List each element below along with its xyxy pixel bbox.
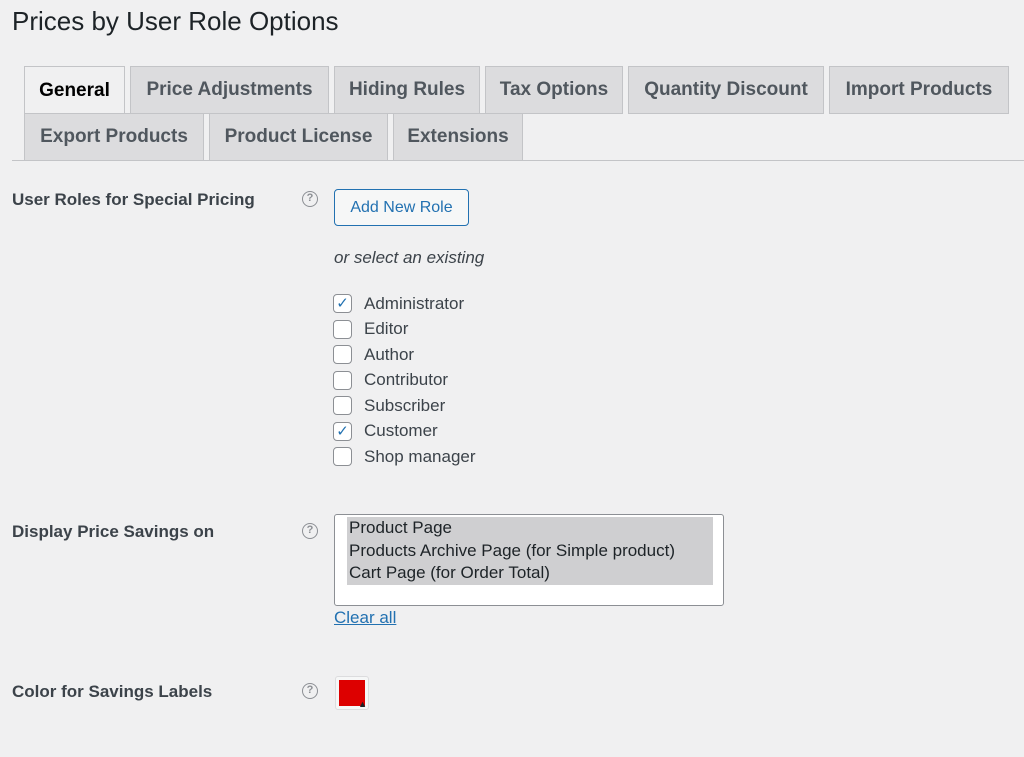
- page-title: Prices by User Role Options: [12, 6, 339, 36]
- tab-general[interactable]: General: [24, 66, 125, 115]
- tab-label: Import Products: [845, 79, 993, 100]
- role-label: Shop manager: [364, 446, 476, 466]
- tabs-divider: [12, 160, 1024, 161]
- add-new-role-button[interactable]: Add New Role: [334, 189, 469, 226]
- checkbox-shop-manager[interactable]: [333, 447, 352, 467]
- tab-price-adjustments[interactable]: Price Adjustments: [130, 66, 329, 114]
- question-circle-icon[interactable]: ?: [302, 683, 318, 699]
- role-administrator[interactable]: ✓ Administrator: [333, 291, 476, 317]
- checkbox-author[interactable]: [333, 345, 352, 365]
- role-customer[interactable]: ✓ Customer: [333, 419, 476, 445]
- tab-label: Product License: [224, 126, 373, 147]
- role-checkbox-list: ✓ Administrator Editor Author Contributo…: [333, 291, 476, 470]
- role-label: Subscriber: [364, 395, 446, 415]
- savings-option-cart-page[interactable]: Cart Page (for Order Total): [347, 562, 713, 585]
- add-new-role-label: Add New Role: [350, 198, 453, 216]
- select-existing-note: or select an existing: [334, 248, 485, 267]
- tab-label: Quantity Discount: [644, 79, 808, 100]
- role-label: Customer: [364, 421, 438, 441]
- tab-label: Hiding Rules: [348, 79, 466, 100]
- role-label: Administrator: [364, 293, 465, 313]
- role-label: Editor: [364, 319, 409, 339]
- tab-export-products[interactable]: Export Products: [24, 113, 204, 161]
- tab-label: Export Products: [40, 126, 188, 147]
- tab-tax-options[interactable]: Tax Options: [485, 66, 623, 114]
- tab-label: Tax Options: [499, 79, 609, 100]
- role-author[interactable]: Author: [333, 342, 476, 368]
- role-label: Contributor: [364, 370, 449, 390]
- checkbox-contributor[interactable]: [333, 370, 352, 390]
- tab-label: General: [39, 79, 110, 101]
- color-picker-button[interactable]: ▲: [335, 676, 369, 710]
- savings-option-product-page[interactable]: Product Page: [347, 517, 713, 540]
- role-shop-manager[interactable]: Shop manager: [333, 444, 476, 470]
- role-label: Author: [364, 344, 415, 364]
- question-circle-icon[interactable]: ?: [302, 523, 318, 539]
- tab-label: Extensions: [407, 126, 509, 147]
- tab-label: Price Adjustments: [146, 79, 313, 100]
- role-contributor[interactable]: Contributor: [333, 368, 476, 394]
- tab-import-products[interactable]: Import Products: [829, 66, 1009, 114]
- savings-option-archive-page[interactable]: Products Archive Page (for Simple produc…: [347, 539, 713, 562]
- checkbox-administrator[interactable]: ✓: [333, 294, 352, 314]
- checkbox-customer[interactable]: ✓: [333, 421, 352, 441]
- price-savings-multiselect[interactable]: Product Page Products Archive Page (for …: [334, 514, 724, 606]
- savings-color-label: Color for Savings Labels: [12, 682, 213, 701]
- role-editor[interactable]: Editor: [333, 317, 476, 343]
- tab-extensions[interactable]: Extensions: [393, 113, 523, 161]
- clear-all-link[interactable]: Clear all: [334, 608, 396, 628]
- tab-hiding-rules[interactable]: Hiding Rules: [334, 66, 480, 114]
- price-savings-label: Display Price Savings on: [12, 522, 215, 541]
- tab-product-license[interactable]: Product License: [209, 113, 388, 161]
- caret-down-icon: ▲: [358, 699, 367, 709]
- role-subscriber[interactable]: Subscriber: [333, 393, 476, 419]
- checkbox-editor[interactable]: [333, 319, 352, 339]
- user-roles-label: User Roles for Special Pricing: [12, 190, 255, 209]
- checkbox-subscriber[interactable]: [333, 396, 352, 416]
- tab-quantity-discount[interactable]: Quantity Discount: [628, 66, 824, 114]
- question-circle-icon[interactable]: ?: [302, 191, 318, 207]
